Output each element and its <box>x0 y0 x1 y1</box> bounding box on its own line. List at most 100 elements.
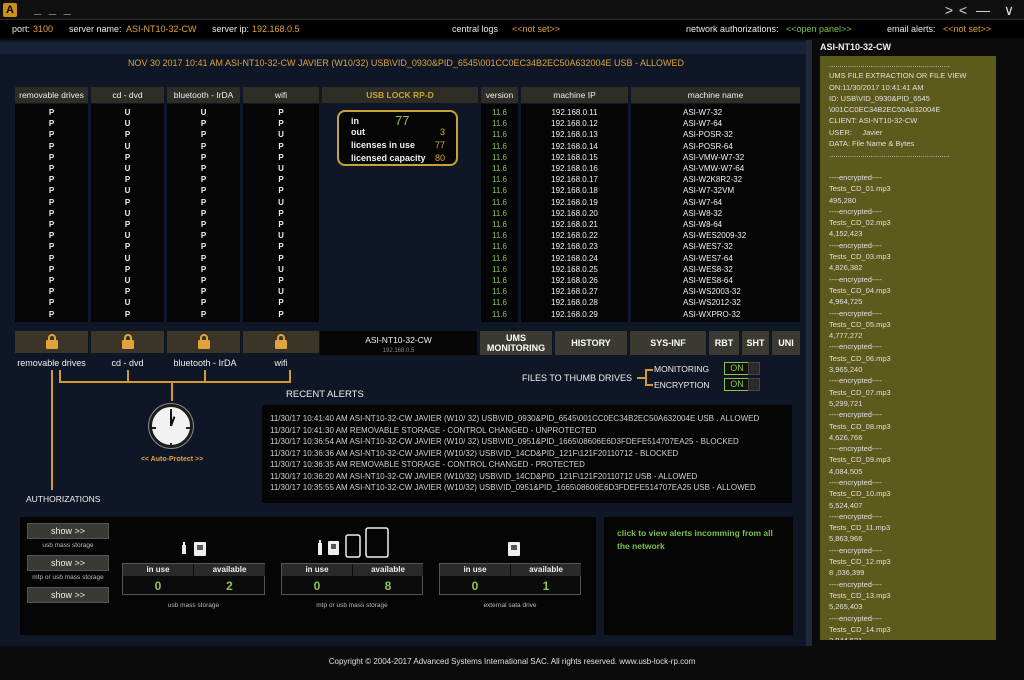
column-cd-dvd[interactable]: U U P U P U P U P U P U P U P U P U P <box>91 104 164 322</box>
licenses-in-use-label: licenses in use <box>351 140 416 150</box>
forward-button[interactable]: < <box>952 1 974 19</box>
tab-sht[interactable]: SHT <box>742 331 769 355</box>
usb-usage: in use available 0 2 <box>122 563 265 595</box>
column-machine-name[interactable]: ASI-W7-32 ASI-W7-64 ASI-POSR-32 ASI-POSR… <box>631 104 800 322</box>
auto-protect-clock-icon[interactable] <box>149 404 193 448</box>
usb-available: 2 <box>226 579 233 593</box>
header-removable-drives: removable drives <box>15 87 88 103</box>
connector-line <box>171 383 173 401</box>
column-version: 11.6 11.6 11.6 11.6 11.6 11.6 11.6 11.6 … <box>481 104 518 322</box>
in-use-label: in use <box>123 564 193 576</box>
header-machine-name: machine name <box>631 87 800 103</box>
column-wifi[interactable]: P P U P P U P P U P P U P P U P U P P <box>243 104 319 322</box>
encryption-toggle-off[interactable] <box>748 378 760 391</box>
show-usb-storage-button[interactable]: show >> <box>27 523 109 539</box>
column-bluetooth[interactable]: U P P P P P P P P P P P P P P P P P P <box>167 104 240 322</box>
network-alerts-panel[interactable]: click to view alerts incomming from all … <box>604 517 793 635</box>
in-use-label: in use <box>282 564 352 576</box>
tab-history[interactable]: HISTORY <box>555 331 627 355</box>
show-esata-button[interactable]: show >> <box>27 587 109 603</box>
network-auth-link[interactable]: <<open panel>> <box>786 24 852 34</box>
header-cd-dvd: cd - dvd <box>91 87 164 103</box>
mobile-devices-icon <box>318 527 389 558</box>
lock-cd-dvd[interactable] <box>91 331 164 353</box>
usb-storage-caption: usb mass storage <box>42 542 94 549</box>
lock-icon <box>275 334 287 349</box>
server-ip-value: 192.168.0.5 <box>252 24 300 34</box>
esata-usage: in use available 0 1 <box>439 563 581 595</box>
out-value: 3 <box>439 127 445 137</box>
alert-row[interactable]: 11/30/17 10:41:40 AM ASI-NT10-32-CW JAVI… <box>270 414 759 423</box>
activity-log-text: ........................................… <box>829 60 967 640</box>
available-label: available <box>194 564 265 576</box>
monitoring-toggle-off[interactable] <box>748 362 760 375</box>
connector-line <box>127 370 129 382</box>
connector-line <box>59 381 291 383</box>
selected-machine-name: ASI-NT10-32-CW <box>365 335 432 345</box>
lock-removable-drives[interactable] <box>15 331 88 353</box>
alert-row[interactable]: 11/30/17 10:36:20 AM ASI-NT10-32-CW JAVI… <box>270 472 697 481</box>
monitoring-label: MONITORING <box>654 364 710 374</box>
log-machine-title: ASI-NT10-32-CW <box>820 42 892 52</box>
monitoring-toggle[interactable]: ON <box>724 362 750 375</box>
lock-icon <box>45 334 58 349</box>
title-bar <box>0 0 1024 20</box>
server-ip-label: server ip: <box>212 24 250 34</box>
network-auth-label: network authorizations: <box>686 24 779 34</box>
header-bluetooth: bluetooth - IrDA <box>167 87 240 103</box>
usb-drive-icon <box>182 542 206 556</box>
encryption-toggle[interactable]: ON <box>724 378 750 391</box>
connector-line <box>645 384 653 386</box>
tab-sys-inf[interactable]: SYS-INF <box>630 331 706 355</box>
recent-alerts-list[interactable]: 11/30/17 10:41:40 AM ASI-NT10-32-CW JAVI… <box>262 405 792 503</box>
alert-row[interactable]: 11/30/17 10:36:36 AM ASI-NT10-32-CW JAVI… <box>270 449 678 458</box>
tab-ums-monitoring[interactable]: UMS MONITORING <box>480 331 552 355</box>
tab-uni[interactable]: UNI <box>772 331 800 355</box>
lock-wifi[interactable] <box>243 331 319 353</box>
device-label-cd: cd - dvd <box>111 358 144 368</box>
connector-line <box>51 370 53 490</box>
minimize-button[interactable]: — <box>972 1 994 19</box>
selected-machine: ASI-NT10-32-CW 192.168.0.5 <box>320 331 477 355</box>
central-logs-link[interactable]: <<not set>> <box>512 24 560 34</box>
license-counter: in 77 out 3 licenses in use 77 licensed cap… <box>337 110 458 166</box>
product-name: USB LOCK RP-D <box>322 87 478 103</box>
latest-alert: NOV 30 2017 10:41 AM ASI-NT10-32-CW JAVI… <box>127 58 685 68</box>
alert-row[interactable]: 11/30/17 10:36:54 AM ASI-NT10-32-CW JAVI… <box>270 437 739 446</box>
alert-row[interactable]: 11/30/17 10:35:55 AM ASI-NT10-32-CW JAVI… <box>270 483 756 492</box>
encryption-label: ENCRYPTION <box>654 380 710 390</box>
alert-row[interactable]: 11/30/17 10:36:35 AM REMOVABLE STORAGE -… <box>270 460 585 469</box>
removable-states: P P P P P P P P P P P P P P P P P P P <box>48 108 55 319</box>
column-machine-ip[interactable]: 192.168.0.11 192.168.0.12 192.168.0.13 1… <box>521 104 628 322</box>
connector-line <box>637 377 645 379</box>
external-drive-icon <box>508 542 520 556</box>
selected-machine-ip: 192.168.0.5 <box>382 348 415 354</box>
version-values: 11.6 11.6 11.6 11.6 11.6 11.6 11.6 11.6 … <box>492 108 507 319</box>
menu-button[interactable]: ∨ <box>998 1 1020 19</box>
wifi-states: P P U P P U P P U P P U P P U P U P P <box>278 108 284 319</box>
alert-row[interactable]: 11/30/17 10:41:30 AM REMOVABLE STORAGE -… <box>270 426 596 435</box>
recent-alerts-title: RECENT ALERTS <box>286 389 364 400</box>
network-alerts-link[interactable]: click to view alerts incomming from all … <box>617 527 787 553</box>
activity-log[interactable]: ........................................… <box>820 56 996 640</box>
header-machine-ip: machine IP <box>521 87 628 103</box>
connector-line <box>645 369 653 371</box>
lock-bluetooth[interactable] <box>167 331 240 353</box>
window-title: _ _ _ <box>34 1 73 16</box>
connector-line <box>645 369 647 385</box>
auto-protect-link[interactable]: << Auto-Protect >> <box>130 456 214 463</box>
out-label: out <box>351 127 365 137</box>
column-removable-drives[interactable]: P P P P P P P P P P P P P P P P P P P <box>15 104 88 322</box>
mtp-caption: mtp or usb mass storage <box>32 574 104 581</box>
email-alerts-link[interactable]: <<not set>> <box>943 24 991 34</box>
in-use-label: in use <box>440 564 510 576</box>
port-label: port: <box>12 24 31 34</box>
device-label-bluetooth: bluetooth - IrDA <box>173 358 237 368</box>
header-version: version <box>481 87 518 103</box>
mtp-in-use: 0 <box>313 579 321 593</box>
server-name-label: server name: <box>69 24 122 34</box>
show-mtp-button[interactable]: show >> <box>27 555 109 571</box>
in-value: 77 <box>395 113 410 128</box>
tab-rbt[interactable]: RBT <box>709 331 739 355</box>
connector-line <box>204 370 206 382</box>
